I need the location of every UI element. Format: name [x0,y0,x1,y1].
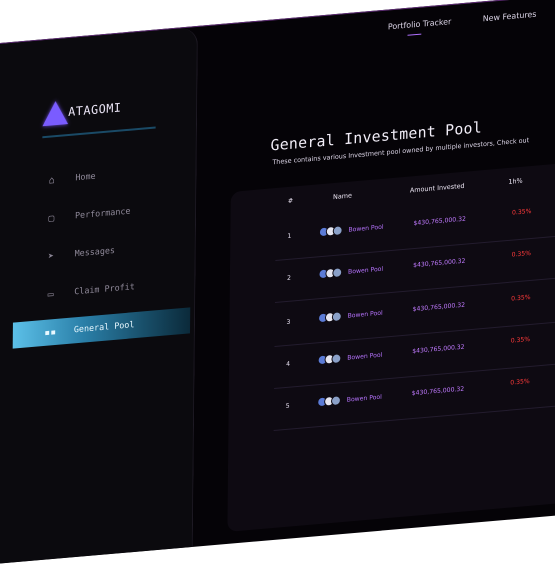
row-number: 1 [287,232,292,241]
brand-name: ATAGOMI [68,100,122,120]
pool-name[interactable]: Bowen Pool [318,264,383,280]
app-window: ATAGOMI ⌂ Home ▢ Performance ➤ Messages … [0,0,555,564]
header-num: # [287,196,294,206]
amount-invested: $430,765,000.32 [413,257,466,270]
amount-invested: $430,765,000.32 [412,301,466,314]
pool-name[interactable]: Bowen Pool [318,222,384,238]
grid-icon: ▪▪ [44,326,57,339]
pool-table: # Name Amount Invested 1h% 1 Bowen Pool … [227,157,555,532]
app-panel: ATAGOMI ⌂ Home ▢ Performance ➤ Messages … [0,0,555,564]
coin-icon [317,395,341,408]
pool-name[interactable]: Bowen Pool [317,392,382,408]
row-number: 4 [286,360,291,369]
pool-name-label: Bowen Pool [347,309,383,320]
sidebar-item-general-pool[interactable]: ▪▪ General Pool [12,307,191,349]
header-pct[interactable]: 1h% [508,177,522,186]
coin-icon [318,311,342,324]
logo-icon [42,100,69,127]
brand-logo[interactable]: ATAGOMI [42,95,122,127]
sidebar-item-home[interactable]: ⌂ Home [14,155,192,196]
home-icon: ⌂ [48,174,55,187]
pool-name[interactable]: Bowen Pool [318,308,383,324]
amount-invested: $430,765,000.32 [412,343,465,356]
tab-new-features[interactable]: New Features [483,10,537,24]
pool-name-label: Bowen Pool [346,393,382,404]
sidebar-item-label: Claim Profit [74,282,135,298]
pool-name-label: Bowen Pool [348,265,384,276]
row-number: 2 [286,274,291,283]
row-number: 5 [285,402,290,411]
percent-change: 0.35% [511,207,532,217]
percent-change: 0.35% [511,249,532,259]
sidebar-item-label: Performance [74,206,131,222]
sidebar-item-claim-profit[interactable]: ▭ Claim Profit [13,269,191,310]
header-amount[interactable]: Amount Invested [410,182,465,195]
coin-icon [318,267,343,280]
wallet-icon: ▭ [47,288,54,301]
header-name[interactable]: Name [333,191,352,201]
document-icon: ▢ [48,212,55,225]
percent-change: 0.35% [511,293,531,303]
pool-name[interactable]: Bowen Pool [317,350,383,366]
sidebar-item-label: Messages [74,245,116,260]
pool-name-label: Bowen Pool [348,223,384,234]
tab-portfolio-tracker[interactable]: Portfolio Tracker [388,17,451,31]
sidebar: ATAGOMI ⌂ Home ▢ Performance ➤ Messages … [0,26,198,564]
sidebar-item-performance[interactable]: ▢ Performance [14,193,192,234]
sidebar-item-label: Home [75,171,96,184]
sidebar-item-messages[interactable]: ➤ Messages [13,231,191,272]
coin-icon [318,225,343,238]
send-icon: ➤ [47,250,55,263]
row-number: 3 [286,318,291,327]
amount-invested: $430,765,000.32 [413,215,466,228]
amount-invested: $430,765,000.32 [411,385,465,398]
pool-name-label: Bowen Pool [347,351,383,362]
coin-icon [317,353,342,366]
percent-change: 0.35% [510,377,530,387]
top-navigation: Portfolio Tracker New Features [388,10,537,32]
sidebar-item-label: General Pool [73,320,135,336]
divider [42,126,156,139]
percent-change: 0.35% [510,335,531,345]
